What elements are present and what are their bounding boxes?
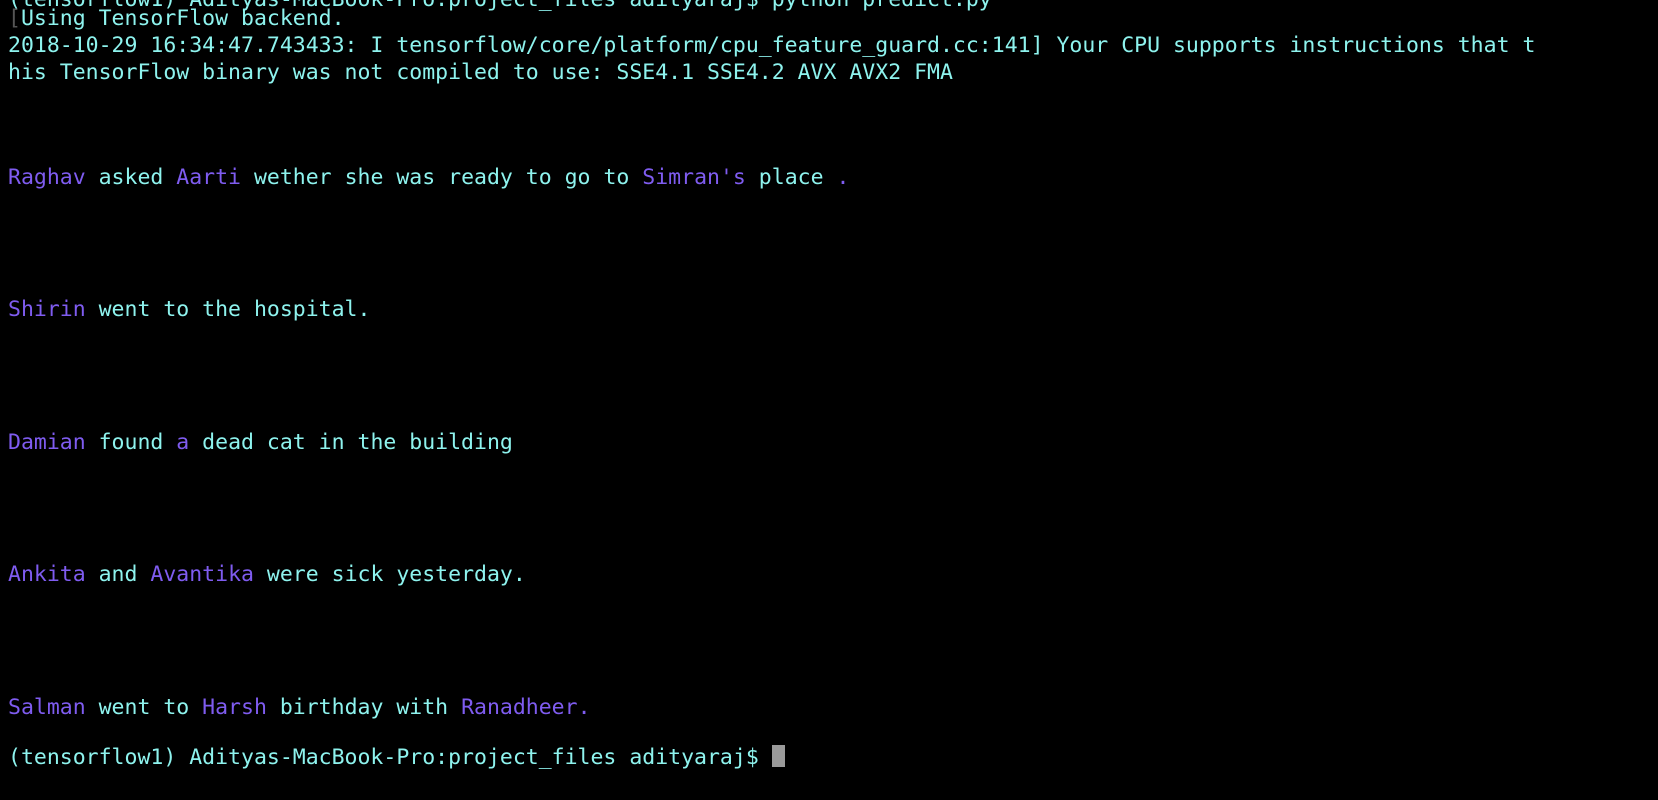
entity-token: .: [836, 165, 850, 190]
entity-token: Avantika: [150, 562, 254, 587]
text-token: went to the hospital.: [85, 297, 371, 322]
entity-token: Simran's: [642, 165, 746, 190]
shell-prompt-line[interactable]: (tensorflow1) Adityas-MacBook-Pro:projec…: [8, 744, 785, 772]
line-marker: [: [8, 6, 21, 31]
text-token: dead cat in the building: [189, 430, 513, 455]
sentence-line: Salman went to Harsh birthday with Ranad…: [8, 694, 591, 722]
entity-token: Shirin: [8, 297, 86, 322]
entity-token: Aarti: [176, 165, 242, 190]
sentence-line: Damian found a dead cat in the building: [8, 429, 513, 457]
entity-token: Salman: [8, 695, 86, 720]
text-cursor: [771, 745, 785, 767]
text-token: were sick yesterday.: [253, 562, 526, 587]
text-token: found: [85, 430, 177, 455]
entity-token: Ranadheer.: [461, 695, 591, 720]
shell-prompt: (tensorflow1) Adityas-MacBook-Pro:projec…: [8, 745, 772, 770]
sentence-line: Ankita and Avantika were sick yesterday.: [8, 561, 526, 589]
entity-token: Harsh: [202, 695, 267, 720]
entity-token: a: [176, 430, 190, 455]
text-token: birthday with: [266, 695, 462, 720]
entity-token: Ankita: [8, 562, 86, 587]
text-token: asked: [85, 165, 177, 190]
entity-token: Damian: [8, 430, 86, 455]
sentence-line: Shirin went to the hospital.: [8, 296, 370, 324]
backend-line: [Using TensorFlow backend.: [8, 5, 345, 33]
backend-text: Using TensorFlow backend.: [20, 6, 345, 31]
terminal-window[interactable]: (tensorflow1) Adityas-MacBook-Pro:projec…: [0, 0, 1658, 800]
log-line-2: his TensorFlow binary was not compiled t…: [8, 60, 953, 85]
log-line-1: 2018-10-29 16:34:47.743433: I tensorflow…: [8, 33, 1536, 58]
text-token: went to: [85, 695, 203, 720]
sentence-line: Raghav asked Aarti wether she was ready …: [8, 164, 849, 192]
entity-token: Raghav: [8, 165, 86, 190]
text-token: place: [745, 165, 837, 190]
text-token: wether she was ready to go to: [241, 165, 643, 190]
text-token: and: [85, 562, 151, 587]
